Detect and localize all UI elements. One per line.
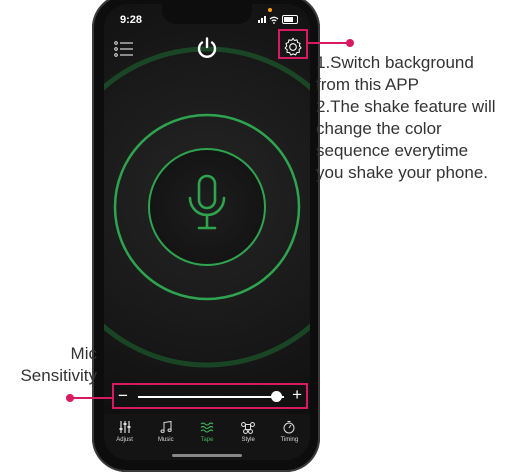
tab-label: Music: [157, 437, 174, 443]
battery-icon: [282, 15, 298, 24]
tab-label: Tape: [200, 437, 214, 443]
increase-icon[interactable]: +: [292, 386, 302, 404]
timer-icon: [283, 421, 295, 434]
annotation-line: 2.The shake feature will: [316, 97, 496, 116]
tab-label: Adjust: [116, 437, 133, 443]
status-time: 9:28: [120, 14, 143, 26]
power-icon[interactable]: [195, 36, 219, 60]
annotation-line: 1.Switch background: [316, 53, 474, 72]
music-note-icon: [160, 420, 172, 433]
annotation-line: sequence everytime: [316, 141, 469, 160]
signal-icon: [258, 16, 266, 23]
sliders-icon: [119, 421, 131, 433]
command-icon: [241, 422, 256, 434]
wifi-icon: [269, 16, 279, 24]
mic-sensitivity-slider[interactable]: − +: [112, 383, 308, 409]
list-icon[interactable]: [114, 40, 134, 58]
tab-adjust[interactable]: Adjust: [105, 420, 145, 443]
mic-visualizer: [104, 46, 310, 368]
tab-tape[interactable]: Tape: [187, 420, 227, 443]
settings-highlight-box: [278, 29, 308, 59]
mic-sensitivity-label: Mic Sensitivity: [0, 343, 97, 387]
annotation-line: you shake your phone.: [316, 163, 489, 182]
annotation-line: from this APP: [316, 75, 419, 94]
callout-line-settings: [308, 42, 348, 44]
slider-thumb[interactable]: [271, 391, 283, 402]
tab-style[interactable]: Style: [228, 420, 268, 443]
callout-dot-mic: [66, 394, 74, 402]
tab-label: Timing: [280, 437, 299, 443]
status-icons: [258, 15, 298, 24]
wave-icon: [200, 422, 214, 433]
tab-timing[interactable]: Timing: [269, 420, 309, 443]
slider-track[interactable]: [138, 396, 284, 398]
tab-label: Style: [241, 437, 255, 443]
decrease-icon[interactable]: −: [118, 387, 128, 405]
mic-label-line1: Mic: [70, 344, 97, 363]
callout-dot-settings: [346, 39, 354, 47]
annotation-line: change the color: [316, 119, 442, 138]
settings-annotation: 1.Switch background from this APP 2.The …: [316, 52, 519, 184]
notch: [162, 4, 252, 24]
tab-music[interactable]: Music: [146, 420, 186, 443]
home-indicator: [172, 454, 242, 457]
callout-line-mic: [70, 397, 112, 399]
mic-indicator-dot: [268, 8, 272, 12]
mic-label-line2: Sensitivity: [20, 366, 97, 385]
